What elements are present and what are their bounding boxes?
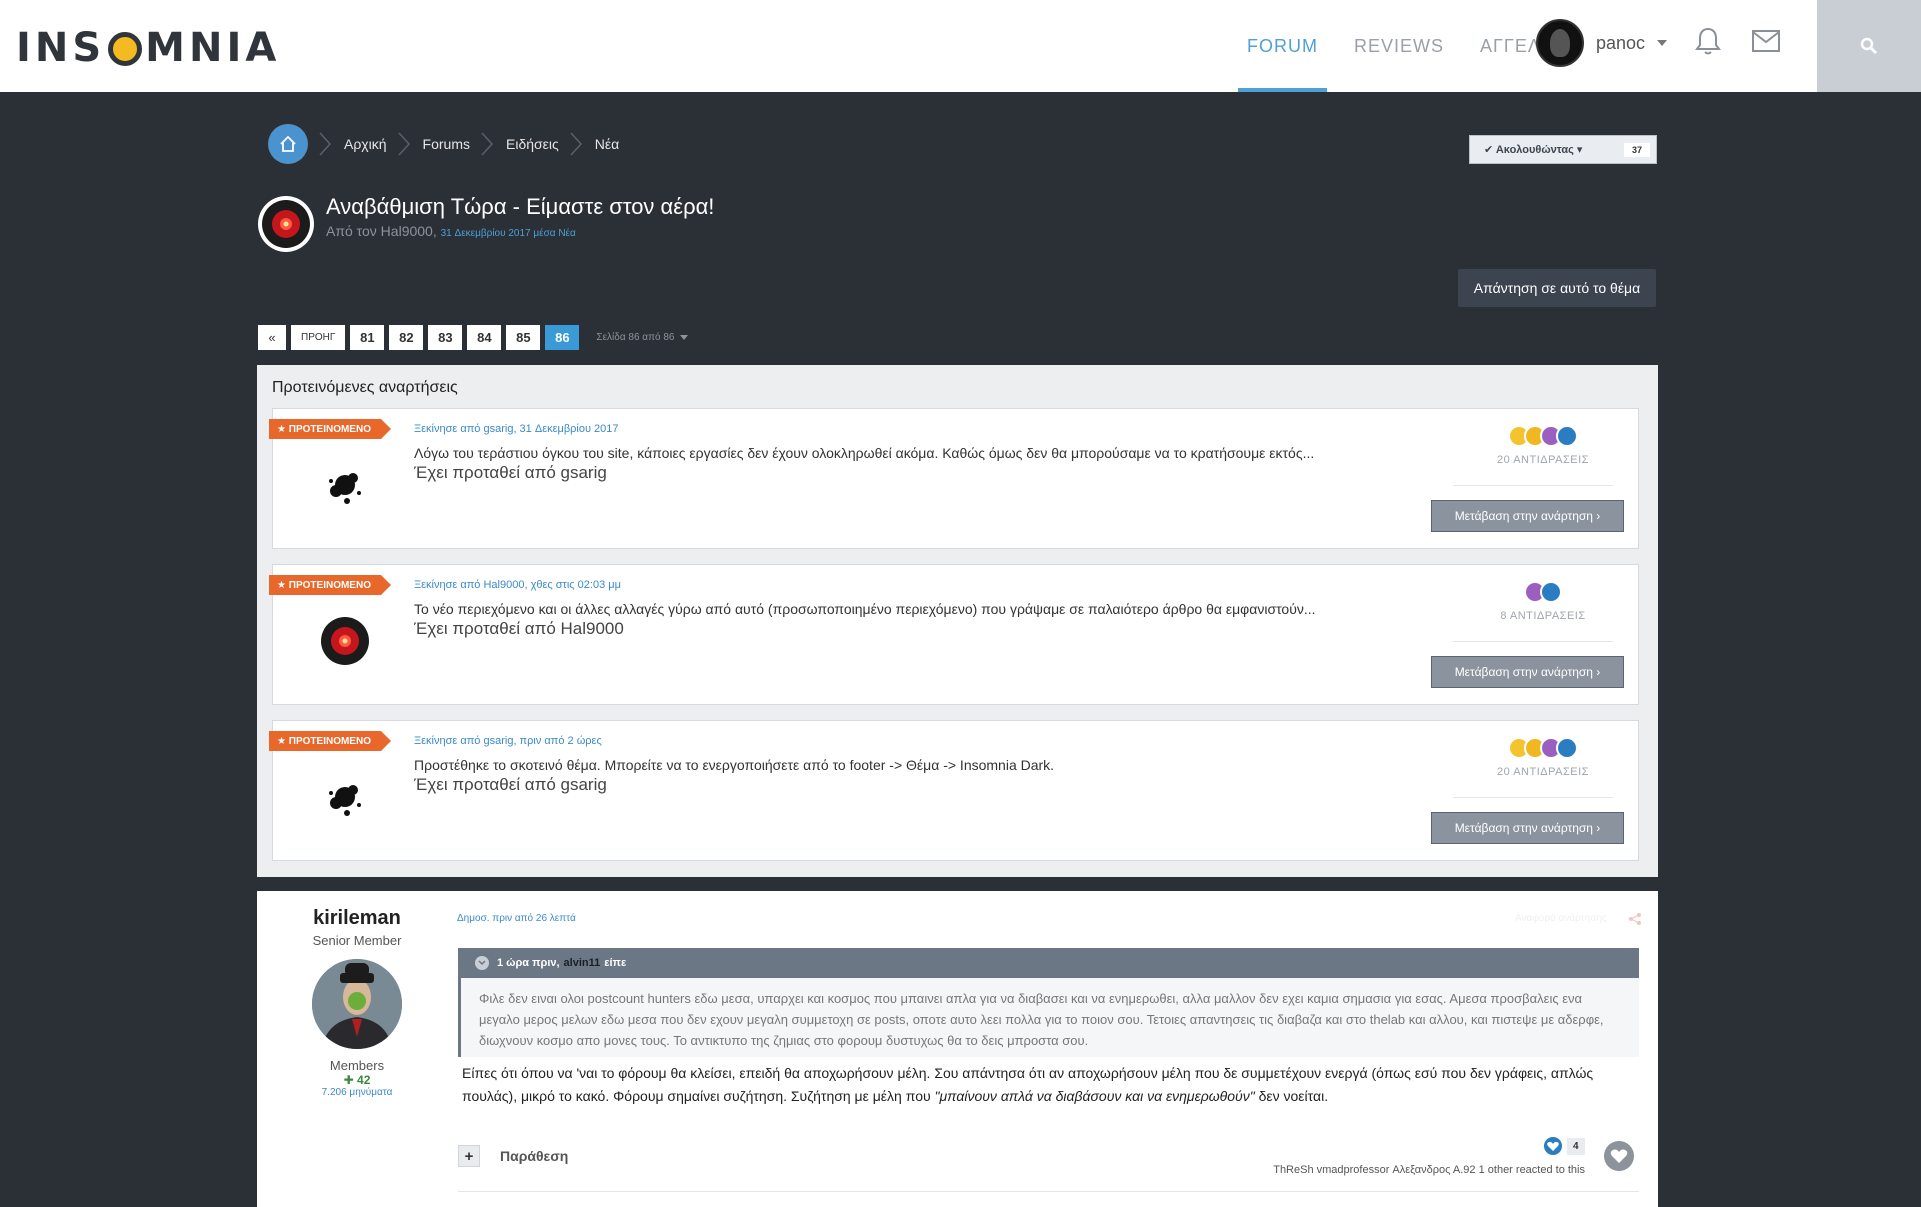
quote-text: Φιλε δεν ειναι ολοι postcount hunters εδ… bbox=[479, 991, 1604, 1048]
featured-heading: Προτεινόμενες αναρτήσεις bbox=[272, 379, 458, 396]
topic-byline: Από τον Hal9000, 31 Δεκεμβρίου 2017 μέσα… bbox=[326, 223, 576, 239]
reaction-count: 20 ΑΝΤΙΔΡΑΣΕΙΣ bbox=[1497, 766, 1589, 778]
quote-author[interactable]: alvin11 bbox=[564, 957, 601, 969]
page-title: Αναβάθμιση Τώρα - Είμαστε στον αέρα! bbox=[326, 194, 715, 219]
logo-smiley-icon bbox=[108, 32, 143, 66]
featured-badge: ★ ΠΡΟΤΕΙΝΟΜΕΝΟ bbox=[269, 575, 391, 595]
first-page-button[interactable]: « bbox=[258, 325, 286, 350]
quote-block: 1 ώρα πριν, alvin11 είπε Φιλε δεν ειναι … bbox=[458, 948, 1639, 1057]
reply-topic-button[interactable]: Απάντηση σε αυτό το θέμα bbox=[1458, 269, 1656, 307]
chevron-down-icon bbox=[1657, 40, 1668, 46]
featured-badge: ★ ΠΡΟΤΕΙΝΟΜΕΝΟ bbox=[269, 731, 391, 751]
featured-card: ★ ΠΡΟΤΕΙΝΟΜΕΝΟ Ξεκίνησε από Hal9000, χθε… bbox=[269, 564, 1639, 705]
post-tools: + Παράθεση bbox=[458, 1145, 568, 1167]
post-author-avatar[interactable] bbox=[312, 959, 402, 1049]
prev-page-button[interactable]: ΠΡΟΗΓ bbox=[291, 325, 346, 350]
report-link[interactable]: Αναφορά ανάρτησης bbox=[1515, 913, 1607, 924]
pagination: « ΠΡΟΗΓ 81 82 83 84 85 86 Σελίδα 86 από … bbox=[258, 325, 689, 350]
post-count[interactable]: 7.206 μηνύματα bbox=[257, 1087, 457, 1098]
reaction-count: 4 bbox=[1567, 1137, 1585, 1155]
user-avatar bbox=[1536, 19, 1584, 67]
breadcrumb-item-home[interactable]: Αρχική bbox=[308, 132, 387, 156]
follow-label: ✔ Ακολουθώντας ▾ bbox=[1484, 144, 1583, 156]
follower-count: 37 bbox=[1623, 142, 1650, 157]
search-icon bbox=[1860, 37, 1877, 54]
featured-meta[interactable]: Ξεκίνησε από gsarig, 31 Δεκεμβρίου 2017 bbox=[414, 423, 619, 435]
featured-badge: ★ ΠΡΟΤΕΙΝΟΜΕΝΟ bbox=[269, 419, 391, 439]
nav-forum[interactable]: FORUM bbox=[1238, 0, 1327, 92]
page-82[interactable]: 82 bbox=[389, 325, 424, 350]
topic-author[interactable]: Από τον Hal9000, bbox=[326, 223, 437, 239]
quote-button[interactable]: Παράθεση bbox=[500, 1148, 568, 1164]
post-author-group: Members bbox=[329, 1058, 385, 1073]
page-85[interactable]: 85 bbox=[506, 325, 541, 350]
forum-post: kirileman Senior Member Members ✚ 42 7.2… bbox=[257, 891, 1658, 1207]
featured-reactions[interactable]: 8 ΑΝΤΙΔΡΑΣΕΙΣ bbox=[1473, 581, 1613, 622]
featured-meta[interactable]: Ξεκίνησε από Hal9000, χθες στις 02:03 μμ bbox=[414, 579, 621, 591]
reaction-count: 8 ΑΝΤΙΔΡΑΣΕΙΣ bbox=[1500, 610, 1586, 622]
reputation-badge: ✚ 42 bbox=[343, 1073, 371, 1087]
topic-meta[interactable]: 31 Δεκεμβρίου 2017 μέσα Νέα bbox=[441, 228, 576, 239]
heart-icon bbox=[1610, 1149, 1628, 1163]
share-icon[interactable] bbox=[1629, 913, 1641, 925]
heart-reaction-icon bbox=[1544, 1137, 1562, 1155]
breadcrumb: Αρχική Forums Ειδήσεις Νέα bbox=[268, 124, 619, 164]
heart-emoji-icon bbox=[1556, 425, 1578, 447]
site-logo[interactable]: INS MNIA bbox=[16, 25, 281, 71]
page-86-current[interactable]: 86 bbox=[545, 325, 580, 350]
heart-emoji-icon bbox=[1556, 737, 1578, 759]
heart-emoji-icon bbox=[1540, 581, 1562, 603]
nav-reviews[interactable]: REVIEWS bbox=[1345, 0, 1453, 92]
follow-button[interactable]: ✔ Ακολουθώντας ▾ 37 bbox=[1469, 135, 1657, 164]
featured-meta[interactable]: Ξεκίνησε από gsarig, πριν από 2 ώρες bbox=[414, 735, 602, 747]
home-icon[interactable] bbox=[268, 124, 308, 164]
user-name: panoc bbox=[1596, 32, 1646, 53]
react-button[interactable] bbox=[1604, 1141, 1634, 1171]
breadcrumb-item-new[interactable]: Νέα bbox=[559, 132, 619, 156]
reacted-by[interactable]: ThReSh vmadprofessor Αλεξανδρος Α.92 1 o… bbox=[1157, 1164, 1585, 1176]
mail-icon[interactable] bbox=[1749, 24, 1783, 58]
featured-posts: Προτεινόμενες αναρτήσεις ★ ΠΡΟΤΕΙΝΟΜΕΝΟ … bbox=[257, 365, 1658, 877]
featured-card: ★ ΠΡΟΤΕΙΝΟΜΕΝΟ Ξεκίνησε από gsarig, πριν… bbox=[269, 720, 1639, 861]
reaction-count: 20 ΑΝΤΙΔΡΑΣΕΙΣ bbox=[1497, 454, 1589, 466]
featured-reactions[interactable]: 20 ΑΝΤΙΔΡΑΣΕΙΣ bbox=[1473, 737, 1613, 778]
user-menu[interactable]: panoc bbox=[1536, 19, 1668, 67]
post-author-rank: Senior Member bbox=[312, 933, 402, 948]
featured-excerpt: Προστέθηκε το σκοτεινό θέμα. Μπορείτε να… bbox=[414, 757, 1055, 773]
featured-by: Έχει προταθεί από gsarig bbox=[414, 463, 607, 482]
multiquote-button[interactable]: + bbox=[458, 1145, 480, 1167]
quote-header[interactable]: 1 ώρα πριν, alvin11 είπε bbox=[461, 948, 1639, 978]
featured-by: Έχει προταθεί από Hal9000 bbox=[414, 619, 624, 638]
chevron-down-icon[interactable] bbox=[475, 956, 489, 970]
post-reactions[interactable]: 4 bbox=[1543, 1136, 1585, 1156]
featured-card: ★ ΠΡΟΤΕΙΝΟΜΕΝΟ Ξεκίνησε από gsarig, 31 Δ… bbox=[269, 408, 1639, 549]
page-81[interactable]: 81 bbox=[350, 325, 385, 350]
featured-excerpt: Το νέο περιεχόμενο και οι άλλες αλλαγές … bbox=[414, 601, 1316, 617]
featured-by: Έχει προταθεί από gsarig bbox=[414, 775, 607, 794]
gsarig-avatar[interactable] bbox=[315, 455, 375, 515]
site-header: INS MNIA FORUM REVIEWS ΑΓΓΕΛΙΕΣ panoc bbox=[0, 0, 1921, 92]
go-to-post-button[interactable]: Μετάβαση στην ανάρτηση › bbox=[1431, 500, 1624, 532]
chevron-down-icon bbox=[680, 335, 689, 340]
hal9000-avatar[interactable] bbox=[315, 611, 375, 671]
page-84[interactable]: 84 bbox=[467, 325, 502, 350]
logo-text-left: INS bbox=[16, 25, 106, 71]
gsarig-avatar[interactable] bbox=[315, 767, 375, 827]
go-to-post-button[interactable]: Μετάβαση στην ανάρτηση › bbox=[1431, 656, 1624, 688]
page-jump-dropdown[interactable]: Σελίδα 86 από 86 bbox=[596, 332, 689, 343]
post-date[interactable]: Δημοσ. πριν από 26 λεπτά bbox=[457, 913, 576, 924]
page-83[interactable]: 83 bbox=[428, 325, 463, 350]
breadcrumb-item-news[interactable]: Ειδήσεις bbox=[470, 132, 559, 156]
featured-excerpt: Λόγω του τεράστιου όγκου του site, κάποι… bbox=[414, 445, 1315, 461]
topic-author-avatar[interactable] bbox=[258, 196, 314, 252]
breadcrumb-item-forums[interactable]: Forums bbox=[387, 132, 470, 156]
post-author-name[interactable]: kirileman bbox=[257, 907, 457, 930]
bell-icon[interactable] bbox=[1691, 24, 1725, 58]
search-button[interactable] bbox=[1817, 0, 1921, 92]
post-body: Είπες ότι όπου να 'ναι το φόρουμ θα κλεί… bbox=[462, 1065, 1594, 1104]
featured-reactions[interactable]: 20 ΑΝΤΙΔΡΑΣΕΙΣ bbox=[1473, 425, 1613, 466]
logo-text-right: MNIA bbox=[145, 25, 281, 71]
go-to-post-button[interactable]: Μετάβαση στην ανάρτηση › bbox=[1431, 812, 1624, 844]
